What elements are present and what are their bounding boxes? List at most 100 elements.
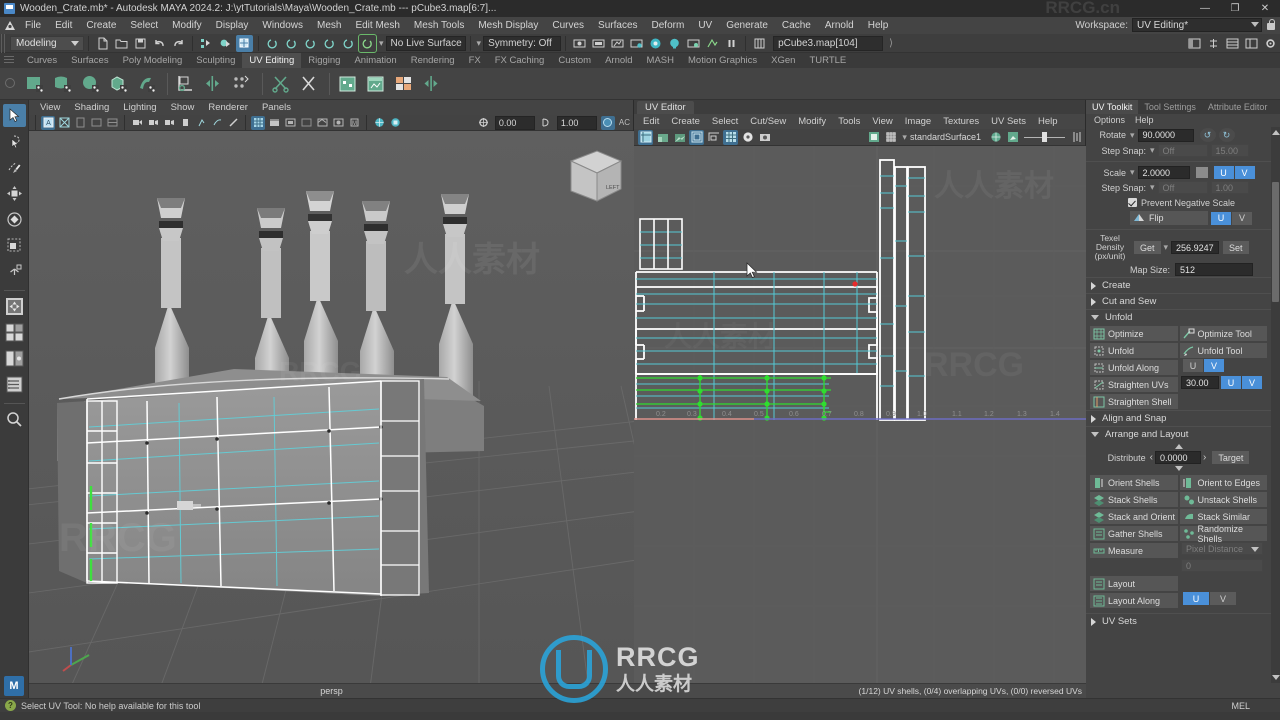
scrollbar-thumb[interactable] <box>1272 182 1279 302</box>
rotate-dropdown-arrow[interactable]: ▾ <box>1130 130 1135 141</box>
shelf-tab-motion-graphics[interactable]: Motion Graphics <box>681 53 764 68</box>
selection-mask-icon[interactable] <box>751 35 768 52</box>
snap-to-projected-center-icon[interactable] <box>321 35 338 52</box>
two-d-pan-zoom-icon[interactable] <box>105 116 119 130</box>
shelf-tab-custom[interactable]: Custom <box>551 53 598 68</box>
help-icon[interactable]: ? <box>5 700 16 711</box>
menu-curves[interactable]: Curves <box>545 17 591 34</box>
cut-uv-icon[interactable] <box>268 71 294 97</box>
scale-pivot-icon[interactable] <box>1195 167 1208 178</box>
texel-density-field[interactable]: 256.9247 <box>1171 241 1220 254</box>
straighten-uvs-v-button[interactable]: V <box>1242 376 1262 389</box>
texel-density-set-button[interactable]: Set <box>1223 241 1249 254</box>
shelf-tab-rigging[interactable]: Rigging <box>301 53 347 68</box>
uv-grid-icon[interactable] <box>689 129 704 145</box>
camera-attributes-icon[interactable] <box>130 116 144 130</box>
unfold-button[interactable]: Unfold <box>1090 343 1178 358</box>
group-cut-and-sew[interactable]: Cut and Sew <box>1086 293 1271 309</box>
select-by-object-icon[interactable] <box>217 35 234 52</box>
uv-texture-icon[interactable] <box>1005 130 1020 145</box>
scroll-down-icon[interactable] <box>1271 672 1280 683</box>
scale-value-field[interactable]: 2.0000 <box>1137 166 1190 179</box>
four-view-layout-icon[interactable] <box>3 295 26 318</box>
render-view-icon[interactable] <box>647 35 664 52</box>
hypershade-icon[interactable] <box>628 35 645 52</box>
exposure-field[interactable]: 0.00 <box>494 115 535 130</box>
toolkit-menu-options[interactable]: Options <box>1089 114 1130 127</box>
menu-mesh-tools[interactable]: Mesh Tools <box>407 17 471 34</box>
hud-icon[interactable] <box>194 116 208 130</box>
checker-grid-icon[interactable] <box>723 129 738 145</box>
shelf-grip[interactable] <box>4 56 14 65</box>
uv-menu-uv-sets[interactable]: UV Sets <box>985 114 1032 129</box>
uv-editor-icon[interactable] <box>173 71 199 97</box>
select-by-hierarchy-icon[interactable] <box>198 35 215 52</box>
viewport-menu-shading[interactable]: Shading <box>67 100 116 115</box>
render-current-frame-icon[interactable] <box>571 35 588 52</box>
uv-editor-tab[interactable]: UV Editor <box>637 101 694 114</box>
orient-to-edges-button[interactable]: Orient to Edges <box>1179 475 1267 490</box>
distribute-right-icon[interactable]: › <box>1203 452 1206 463</box>
playblast-icon[interactable] <box>704 35 721 52</box>
uv-menu-edit[interactable]: Edit <box>637 114 665 129</box>
light-icon[interactable] <box>666 35 683 52</box>
search-icon[interactable] <box>3 408 26 431</box>
paint-select-tool[interactable] <box>3 156 26 179</box>
exposure-adjust-icon[interactable] <box>477 116 491 130</box>
field-expand-icon[interactable]: ⟩ <box>889 38 893 49</box>
step-snap-arrow[interactable]: ▾ <box>1150 145 1155 156</box>
shadows-icon[interactable] <box>315 116 329 130</box>
pencil-icon[interactable] <box>226 116 240 130</box>
group-align-and-snap[interactable]: Align and Snap <box>1086 410 1271 426</box>
viewport-menu-view[interactable]: View <box>33 100 67 115</box>
scale-step-snap-arrow[interactable]: ▾ <box>1150 182 1155 193</box>
menu-uv[interactable]: UV <box>691 17 719 34</box>
tab-attribute-editor[interactable]: Attribute Editor <box>1202 100 1274 114</box>
select-tool[interactable] <box>2 104 26 127</box>
optimize-button[interactable]: Optimize <box>1090 326 1178 341</box>
distribute-down-icon[interactable] <box>1174 466 1183 471</box>
close-button[interactable]: ✕ <box>1250 0 1280 17</box>
shelf-tab-uv-editing[interactable]: UV Editing <box>242 53 302 68</box>
channel-box-icon[interactable] <box>1224 35 1241 52</box>
uv-isolate-icon[interactable] <box>740 130 755 145</box>
save-scene-icon[interactable] <box>132 35 149 52</box>
scale-u-button[interactable]: U <box>1213 166 1234 179</box>
menu-arnold[interactable]: Arnold <box>818 17 861 34</box>
minimize-button[interactable]: — <box>1190 0 1220 17</box>
motion-blur-icon[interactable]: M <box>347 116 361 130</box>
command-line[interactable] <box>0 712 1280 720</box>
wireframe-icon[interactable] <box>251 115 265 130</box>
uv-texture-border-icon[interactable] <box>638 129 653 145</box>
distribute-target-button[interactable]: Target <box>1212 451 1250 464</box>
scale-dropdown-arrow[interactable]: ▾ <box>1130 167 1135 178</box>
uv-distortion-icon[interactable] <box>706 130 721 145</box>
shelf-tab-rendering[interactable]: Rendering <box>404 53 462 68</box>
lock-camera-icon[interactable] <box>57 116 71 130</box>
shelf-tab-poly-modeling[interactable]: Poly Modeling <box>116 53 190 68</box>
measure-mode-dropdown[interactable]: Pixel Distance <box>1181 542 1263 555</box>
flip-button[interactable]: Flip <box>1130 211 1208 225</box>
undo-icon[interactable] <box>151 35 168 52</box>
measure-button[interactable]: Measure <box>1090 543 1178 558</box>
shelf-tab-fx-caching[interactable]: FX Caching <box>488 53 552 68</box>
uv-snapshot-icon[interactable] <box>363 71 389 97</box>
tab-uv-toolkit[interactable]: UV Toolkit <box>1086 100 1139 114</box>
stack-shells-button[interactable]: Stack Shells <box>1090 492 1178 507</box>
spherical-uv-icon[interactable] <box>78 71 104 97</box>
menu-mesh[interactable]: Mesh <box>310 17 348 34</box>
menu-create[interactable]: Create <box>79 17 123 34</box>
workspace-dropdown[interactable]: UV Editing* <box>1132 18 1262 32</box>
optimize-tool-button[interactable]: Optimize Tool <box>1179 326 1267 341</box>
distribute-left-icon[interactable]: ‹ <box>1150 452 1153 463</box>
select-objects-icon[interactable]: A <box>41 115 55 130</box>
uv-menu-image[interactable]: Image <box>899 114 937 129</box>
shelf-tab-arnold[interactable]: Arnold <box>598 53 639 68</box>
shelf-tab-animation[interactable]: Animation <box>347 53 403 68</box>
normalize-icon[interactable] <box>419 71 445 97</box>
texel-density-get-button[interactable]: Get <box>1134 241 1161 254</box>
live-surface-field[interactable]: No Live Surface <box>385 35 466 51</box>
layout-button[interactable]: Layout <box>1090 576 1178 591</box>
gamma-icon[interactable] <box>178 116 192 130</box>
menu-file[interactable]: File <box>18 17 48 34</box>
